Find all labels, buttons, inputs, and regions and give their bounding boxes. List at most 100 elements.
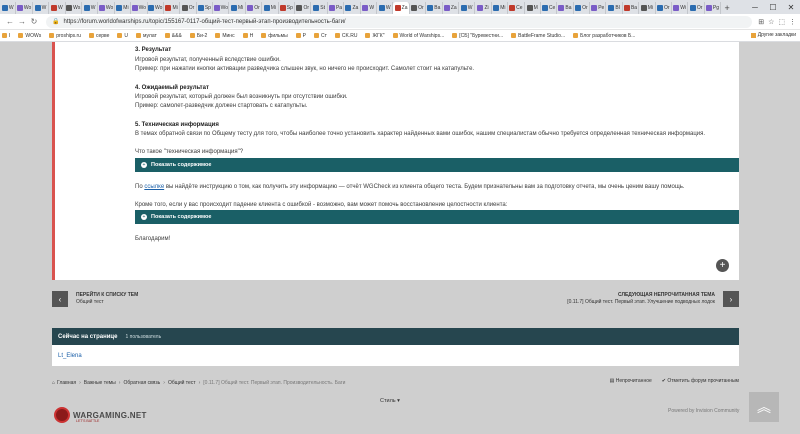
browser-tab[interactable]: Pa xyxy=(328,2,345,14)
browser-tab[interactable]: Wo xyxy=(213,2,230,14)
browser-tab[interactable]: Wi xyxy=(672,2,689,14)
instruction-link[interactable]: ссылке xyxy=(144,184,164,190)
other-bookmarks[interactable]: Другие закладки xyxy=(750,32,796,38)
bookmark-item[interactable]: proships.ru xyxy=(49,33,81,39)
browser-tab[interactable]: Ba xyxy=(557,2,574,14)
spoiler-toggle-1[interactable]: + Показать содержимое xyxy=(135,158,739,172)
browser-tab[interactable]: W xyxy=(377,2,394,14)
browser-tab[interactable]: Or xyxy=(574,2,591,14)
browser-tab[interactable]: M xyxy=(525,2,541,14)
browser-tab[interactable]: Or xyxy=(688,2,705,14)
bookmark-icon xyxy=(511,33,517,38)
browser-tab[interactable]: Mi xyxy=(639,2,656,14)
browser-tab[interactable]: Or xyxy=(180,2,197,14)
browser-tab[interactable]: Mi xyxy=(164,2,181,14)
maximize-icon[interactable]: ☐ xyxy=(764,0,782,14)
star-icon[interactable]: ☆ xyxy=(768,18,774,26)
browser-tab[interactable]: Ce xyxy=(541,2,558,14)
bookmark-item[interactable]: Минс xyxy=(215,33,235,39)
browser-tab[interactable]: Bl xyxy=(606,2,623,14)
browser-tab[interactable]: Ws xyxy=(66,2,82,14)
browser-tab[interactable]: Mi xyxy=(492,2,509,14)
browser-tab[interactable]: Ba xyxy=(623,2,640,14)
bookmark-label: Ст xyxy=(321,32,327,39)
breadcrumb-item[interactable]: Обратная связь xyxy=(123,380,160,386)
scroll-to-top-button[interactable]: ︽ xyxy=(749,392,779,422)
bookmark-icon xyxy=(88,33,94,38)
browser-tab[interactable]: Mi xyxy=(229,2,246,14)
browser-tab[interactable]: Wo xyxy=(16,2,33,14)
bookmark-item[interactable]: I xyxy=(2,33,10,39)
bookmark-item[interactable]: ЖГК" xyxy=(365,33,385,39)
wargaming-logo[interactable]: WARGAMING.NET LET'S BATTLE xyxy=(54,406,147,424)
browser-tab[interactable]: Zi xyxy=(475,2,492,14)
extension-icons: ⊞ ☆ ⬚ ⋮ xyxy=(758,18,796,26)
browser-tab[interactable]: Ce xyxy=(508,2,525,14)
bookmark-item[interactable]: серве xyxy=(88,33,109,39)
minimize-icon[interactable]: ─ xyxy=(746,0,764,14)
bookmark-item[interactable]: Блог разработчиков Б... xyxy=(573,33,635,39)
spoiler-toggle-2[interactable]: + Показать содержимое xyxy=(135,210,739,224)
bookmark-item[interactable]: фильмы xyxy=(261,33,288,39)
browser-tab[interactable]: Pg xyxy=(705,2,722,14)
browser-tab[interactable]: Ba xyxy=(426,2,443,14)
browser-tab[interactable]: Za xyxy=(443,2,459,14)
breadcrumb-item[interactable]: [0.11.7] Общий тест. Первый этап. Произв… xyxy=(203,380,345,386)
style-selector[interactable]: Стиль ▾ xyxy=(380,398,400,404)
bookmark-item[interactable]: [СБ] "Буревестни... xyxy=(452,33,503,39)
breadcrumb-item[interactable]: Главная xyxy=(57,380,76,386)
bookmark-item[interactable]: BattleFrame Studio... xyxy=(511,33,565,39)
browser-tab[interactable]: Za xyxy=(344,2,361,14)
browser-tab[interactable]: Wo xyxy=(131,2,148,14)
browser-tab[interactable]: Wo xyxy=(98,2,115,14)
powered-by[interactable]: Powered by Invision Community xyxy=(668,408,739,414)
bookmark-item[interactable]: &&& xyxy=(164,33,182,39)
breadcrumb-item[interactable]: Общий тест xyxy=(168,380,196,386)
prev-topic-link[interactable]: ‹ ПЕРЕЙТИ К СПИСКУ ТЕМ Общий тест xyxy=(52,288,138,310)
browser-tab[interactable]: W xyxy=(459,2,476,14)
bookmark-item[interactable]: World of Warships... xyxy=(392,33,444,39)
bookmark-item[interactable]: Ст xyxy=(314,33,327,39)
browser-tab[interactable]: St xyxy=(311,2,328,14)
browser-tab[interactable]: W xyxy=(33,2,50,14)
bookmark-item[interactable]: U xyxy=(117,33,128,39)
bookmark-item[interactable]: Би-2 xyxy=(189,33,207,39)
bookmark-item[interactable]: P xyxy=(295,33,306,39)
bookmark-item[interactable]: CK.RU xyxy=(334,33,357,39)
bookmark-label: proships.ru xyxy=(56,32,81,39)
browser-tab[interactable]: Or xyxy=(246,2,263,14)
browser-tab[interactable]: Mi xyxy=(262,2,279,14)
extension-icon[interactable]: ⊞ xyxy=(758,18,764,26)
browser-tab[interactable]: Or xyxy=(656,2,673,14)
close-icon[interactable]: ✕ xyxy=(782,0,800,14)
url-field[interactable]: 🔒 https://forum.worldofwarships.ru/topic… xyxy=(46,15,753,28)
extensions-puzzle-icon[interactable]: ⬚ xyxy=(778,18,785,26)
breadcrumb-item[interactable]: Важные темы xyxy=(84,380,116,386)
menu-icon[interactable]: ⋮ xyxy=(789,18,796,26)
unread-link[interactable]: ▤ Непрочитанное xyxy=(610,378,652,384)
mark-read-link[interactable]: ✔ Отметить форум прочитанным xyxy=(662,378,739,384)
add-reaction-button[interactable]: + xyxy=(716,259,729,272)
bookmark-item[interactable]: мулат xyxy=(136,33,157,39)
tab-favicon-icon xyxy=(231,5,238,11)
next-topic-link[interactable]: СЛЕДУЮЩАЯ НЕПРОЧИТАННАЯ ТЕМА [0.11.7] Об… xyxy=(567,288,739,310)
bookmark-item[interactable]: WOWs xyxy=(18,33,41,39)
browser-tab[interactable]: Mi xyxy=(115,2,132,14)
browser-tab[interactable]: Or xyxy=(410,2,427,14)
bookmark-item[interactable]: H xyxy=(242,33,253,39)
browser-tab[interactable]: W xyxy=(361,2,377,14)
browser-tab[interactable]: Sp xyxy=(279,2,296,14)
browser-tab[interactable]: W xyxy=(49,2,66,14)
browser-tab[interactable]: Sp xyxy=(197,2,214,14)
browser-tab[interactable]: Wo xyxy=(148,2,164,14)
reload-icon[interactable]: ↻ xyxy=(28,17,40,26)
browser-tab[interactable]: Pe xyxy=(590,2,607,14)
new-tab-icon[interactable]: + xyxy=(721,2,733,14)
browser-tab[interactable]: W xyxy=(0,2,17,14)
browser-tab[interactable]: Or xyxy=(295,2,312,14)
back-icon[interactable]: ← xyxy=(4,17,16,26)
browser-tab[interactable]: W xyxy=(82,2,99,14)
online-user-link[interactable]: Lt_Elena xyxy=(58,353,82,359)
forward-icon[interactable]: → xyxy=(16,17,28,26)
browser-tab[interactable]: Za xyxy=(393,2,410,14)
